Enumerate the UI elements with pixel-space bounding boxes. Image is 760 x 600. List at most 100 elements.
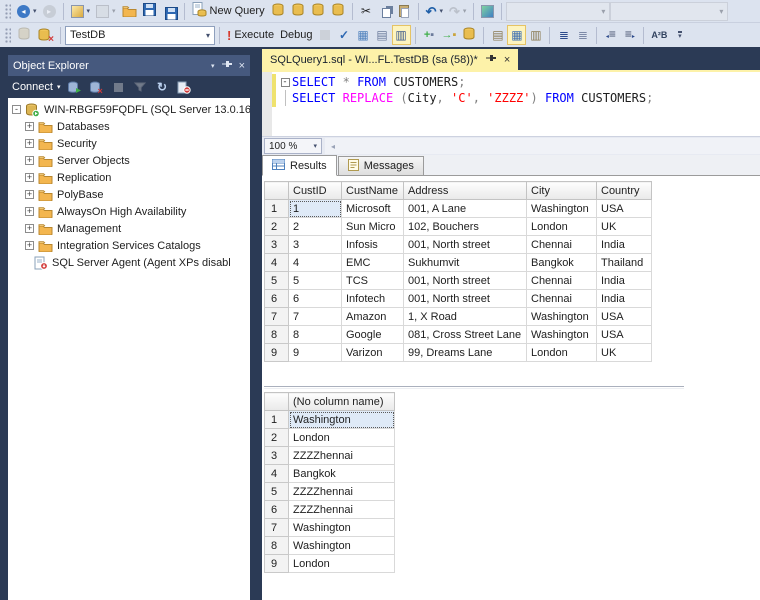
- grid-cell[interactable]: 7: [288, 307, 342, 326]
- expand-icon[interactable]: +: [25, 241, 34, 250]
- row-header[interactable]: 4: [264, 464, 289, 483]
- zoom-level-combo[interactable]: 100 % ▾: [264, 138, 322, 154]
- row-header[interactable]: 5: [264, 271, 289, 290]
- row-header[interactable]: 2: [264, 217, 289, 236]
- redo-button[interactable]: ↷ ▾: [446, 1, 469, 21]
- toolbar-combo-2[interactable]: ▾: [610, 1, 729, 21]
- grid-cell[interactable]: India: [596, 271, 652, 290]
- tree-item-replication[interactable]: + Replication: [8, 169, 250, 186]
- row-header[interactable]: 5: [264, 482, 289, 501]
- grid-cell[interactable]: ZZZZhennai: [288, 500, 395, 519]
- tree-item-management[interactable]: + Management: [8, 220, 250, 237]
- expand-icon[interactable]: +: [25, 156, 34, 165]
- grid-cell[interactable]: 001, A Lane: [403, 199, 527, 218]
- grid-cell[interactable]: Washington: [288, 410, 395, 429]
- intellisense-toggle[interactable]: ▥: [391, 25, 411, 45]
- row-header[interactable]: 3: [264, 446, 289, 465]
- grid-cell[interactable]: ZZZZhennai: [288, 482, 395, 501]
- tree-item-security[interactable]: + Security: [8, 135, 250, 152]
- grid-cell[interactable]: London: [526, 343, 597, 362]
- tree-item-server-root[interactable]: - WIN-RBGF59FQDFL (SQL Server 13.0.16: [8, 101, 250, 118]
- expand-icon[interactable]: +: [25, 122, 34, 131]
- back-button[interactable]: ◂ ▾: [14, 1, 40, 21]
- grid-cell[interactable]: USA: [596, 199, 652, 218]
- grid-cell[interactable]: 8: [288, 325, 342, 344]
- grid-cell[interactable]: 1: [288, 199, 342, 218]
- decrease-indent-button[interactable]: ◂≡: [601, 25, 620, 45]
- grid-cell[interactable]: Sukhumvit: [403, 253, 527, 272]
- open-file-button[interactable]: [119, 1, 140, 21]
- grid-cell[interactable]: 102, Bouchers: [403, 217, 527, 236]
- execute-button[interactable]: ! Execute: [224, 25, 277, 45]
- tab-results[interactable]: Results: [262, 155, 337, 176]
- grid-cell[interactable]: Varizon: [341, 343, 404, 362]
- toolbar-combo-1[interactable]: ▾: [506, 1, 611, 21]
- row-header[interactable]: 1: [264, 199, 289, 218]
- grid-cell[interactable]: 081, Cross Street Lane: [403, 325, 527, 344]
- row-header[interactable]: 1: [264, 410, 289, 429]
- grid-cell[interactable]: 001, North street: [403, 271, 527, 290]
- cut-button[interactable]: ✂: [357, 1, 376, 21]
- grid-cell[interactable]: UK: [596, 343, 652, 362]
- parse-button[interactable]: ✓: [335, 25, 354, 45]
- available-databases-combo[interactable]: TestDB ▾: [65, 25, 215, 45]
- tree-item-polybase[interactable]: + PolyBase: [8, 186, 250, 203]
- increase-indent-button[interactable]: ≡▸: [620, 25, 639, 45]
- connect-icon[interactable]: [66, 79, 83, 96]
- grid-cell[interactable]: Chennai: [526, 235, 597, 254]
- database-engine-query-button[interactable]: [268, 1, 288, 21]
- window-menu-icon[interactable]: ▾: [211, 62, 215, 70]
- connect-menu-button[interactable]: Connect ▾: [12, 81, 61, 93]
- row-header[interactable]: 9: [264, 343, 289, 362]
- results-to-text-button[interactable]: ▤: [488, 25, 507, 45]
- toolbar-grip[interactable]: [5, 27, 11, 43]
- uncomment-lines-button[interactable]: ≣: [573, 25, 592, 45]
- grid-cell[interactable]: London: [526, 217, 597, 236]
- row-header[interactable]: 3: [264, 235, 289, 254]
- query-options-button[interactable]: ▤: [373, 25, 392, 45]
- grid-cell[interactable]: Washington: [526, 307, 597, 326]
- expand-icon[interactable]: +: [25, 190, 34, 199]
- filter-icon[interactable]: [132, 79, 149, 96]
- expand-icon[interactable]: +: [25, 173, 34, 182]
- tree-item-alwayson-high-availability[interactable]: + AlwaysOn High Availability: [8, 203, 250, 220]
- column-header[interactable]: CustName: [341, 181, 404, 200]
- refresh-icon[interactable]: ↻: [154, 79, 171, 96]
- database-tuning-button[interactable]: [459, 25, 479, 45]
- grid-cell[interactable]: Sun Micro: [341, 217, 404, 236]
- toolbar-grip[interactable]: [5, 3, 11, 19]
- grid-cell[interactable]: Infotech: [341, 289, 404, 308]
- complete-word-button[interactable]: A²B: [648, 25, 670, 45]
- grid-cell[interactable]: 001, North street: [403, 235, 527, 254]
- tab-pin-icon[interactable]: [485, 53, 496, 66]
- new-project-button[interactable]: ▾: [68, 1, 94, 21]
- row-header[interactable]: 2: [264, 428, 289, 447]
- column-header[interactable]: Address: [403, 181, 527, 200]
- results-to-grid-toggle[interactable]: ▦: [507, 25, 527, 45]
- toolbar-overflow-button[interactable]: ▾: [670, 25, 689, 45]
- grid-cell[interactable]: 99, Dreams Lane: [403, 343, 527, 362]
- tree-item-sql-server-agent[interactable]: SQL Server Agent (Agent XPs disabl: [8, 254, 250, 271]
- grid-cell[interactable]: 2: [288, 217, 342, 236]
- analysis-xmla-query-button[interactable]: [328, 1, 348, 21]
- disconnect-icon[interactable]: ×: [88, 79, 105, 96]
- grid-cell[interactable]: USA: [596, 325, 652, 344]
- row-header[interactable]: 6: [264, 500, 289, 519]
- grid-cell[interactable]: 6: [288, 289, 342, 308]
- grid-cell[interactable]: 5: [288, 271, 342, 290]
- grid-cell[interactable]: Bangkok: [288, 464, 395, 483]
- save-button[interactable]: [140, 1, 159, 21]
- column-header[interactable]: CustID: [288, 181, 342, 200]
- code-area[interactable]: - SELECT * FROM CUSTOMERS; SELECT REPLACE …: [272, 72, 653, 136]
- tree-item-integration-services-catalogs[interactable]: + Integration Services Catalogs: [8, 237, 250, 254]
- row-header[interactable]: 6: [264, 289, 289, 308]
- grid-corner-cell[interactable]: [264, 392, 289, 411]
- grid-cell[interactable]: Chennai: [526, 271, 597, 290]
- grid-cell[interactable]: Infosis: [341, 235, 404, 254]
- grid-cell[interactable]: Google: [341, 325, 404, 344]
- grid-cell[interactable]: USA: [596, 307, 652, 326]
- analysis-dmx-query-button[interactable]: [308, 1, 328, 21]
- debug-button[interactable]: Debug: [277, 25, 315, 45]
- save-all-button[interactable]: [159, 1, 180, 21]
- copy-button[interactable]: [376, 1, 395, 21]
